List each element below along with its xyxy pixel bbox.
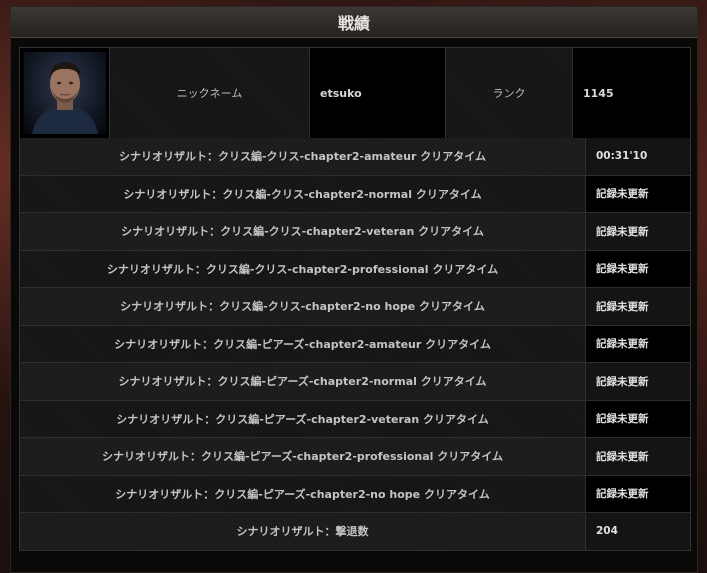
avatar-cell: [20, 48, 110, 138]
record-value: 00:31'10: [586, 138, 690, 175]
record-value: 204: [586, 513, 690, 550]
table-row: シナリオリザルト：撃退数 204: [20, 513, 690, 551]
record-label: シナリオリザルト：クリス編-ピアーズ-chapter2-professional…: [20, 438, 586, 475]
record-label: シナリオリザルト：クリス編-クリス-chapter2-veteran クリアタイ…: [20, 213, 586, 250]
record-label: シナリオリザルト：クリス編-ピアーズ-chapter2-normal クリアタイ…: [20, 363, 586, 400]
record-label: シナリオリザルト：クリス編-クリス-chapter2-professional …: [20, 250, 586, 287]
table-row: シナリオリザルト：クリス編-クリス-chapter2-amateur クリアタイ…: [20, 138, 690, 176]
record-value: 記録未更新: [586, 363, 690, 400]
avatar: [23, 52, 106, 134]
table-row: シナリオリザルト：クリス編-クリス-chapter2-veteran クリアタイ…: [20, 213, 690, 251]
record-value: 記録未更新: [586, 213, 690, 250]
table-row: シナリオリザルト：クリス編-ピアーズ-chapter2-normal クリアタイ…: [20, 363, 690, 401]
record-value: 記録未更新: [586, 288, 690, 325]
nickname-value: etsuko: [310, 48, 446, 138]
record-label: シナリオリザルト：クリス編-ピアーズ-chapter2-amateur クリアタ…: [20, 325, 586, 362]
record-label: シナリオリザルト：クリス編-クリス-chapter2-amateur クリアタイ…: [20, 138, 586, 175]
records-table: シナリオリザルト：クリス編-クリス-chapter2-amateur クリアタイ…: [19, 138, 691, 551]
record-value: 記録未更新: [586, 400, 690, 437]
record-value: 記録未更新: [586, 475, 690, 512]
table-row: シナリオリザルト：クリス編-ピアーズ-chapter2-amateur クリアタ…: [20, 325, 690, 363]
profile-row: ニックネーム etsuko ランク 1145: [19, 47, 691, 139]
record-value: 記録未更新: [586, 250, 690, 287]
table-row: シナリオリザルト：クリス編-ピアーズ-chapter2-veteran クリアタ…: [20, 400, 690, 438]
table-row: シナリオリザルト：クリス編-ピアーズ-chapter2-professional…: [20, 438, 690, 476]
table-row: シナリオリザルト：クリス編-クリス-chapter2-normal クリアタイム…: [20, 175, 690, 213]
rank-value: 1145: [573, 48, 690, 138]
record-value: 記録未更新: [586, 175, 690, 212]
record-value: 記録未更新: [586, 438, 690, 475]
record-label: シナリオリザルト：クリス編-ピアーズ-chapter2-no hope クリアタ…: [20, 475, 586, 512]
record-label: シナリオリザルト：撃退数: [20, 513, 586, 550]
record-value: 記録未更新: [586, 325, 690, 362]
records-panel: 戦績 ニックネーム etsuko ランク 1145 シナリオリザルト：クリス編-…: [10, 6, 698, 573]
table-row: シナリオリザルト：クリス編-クリス-chapter2-no hope クリアタイ…: [20, 288, 690, 326]
record-label: シナリオリザルト：クリス編-クリス-chapter2-normal クリアタイム: [20, 175, 586, 212]
table-row: シナリオリザルト：クリス編-ピアーズ-chapter2-no hope クリアタ…: [20, 475, 690, 513]
rank-label: ランク: [446, 48, 573, 138]
table-row: シナリオリザルト：クリス編-クリス-chapter2-professional …: [20, 250, 690, 288]
record-label: シナリオリザルト：クリス編-クリス-chapter2-no hope クリアタイ…: [20, 288, 586, 325]
nickname-label: ニックネーム: [110, 48, 310, 138]
panel-title: 戦績: [11, 7, 697, 38]
record-label: シナリオリザルト：クリス編-ピアーズ-chapter2-veteran クリアタ…: [20, 400, 586, 437]
